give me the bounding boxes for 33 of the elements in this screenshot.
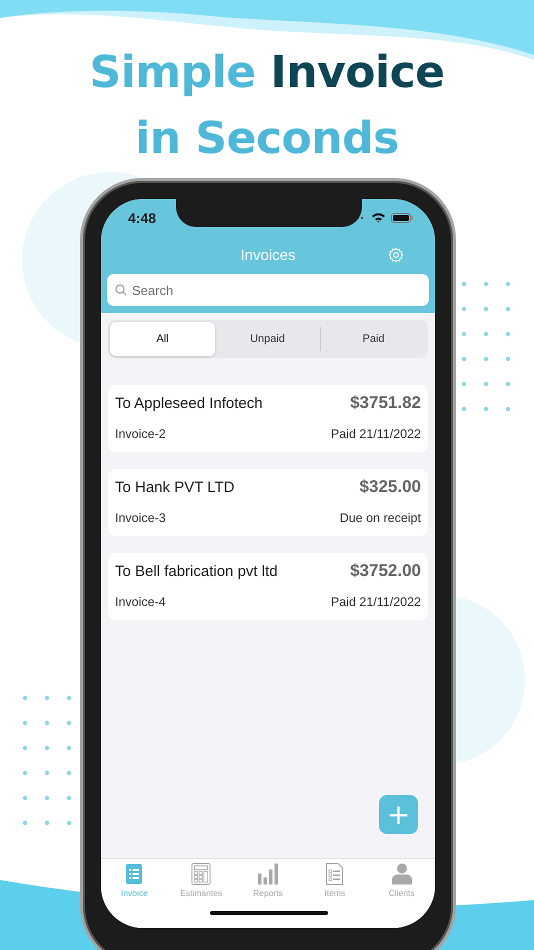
invoice-amount: $3751.82 [350, 393, 421, 413]
battery-icon [391, 212, 413, 222]
client-name: To Appleseed Infotech [115, 394, 263, 412]
filter-tab[interactable]: Paid [321, 322, 426, 356]
document-icon [326, 863, 344, 885]
client-name: To Bell fabrication pvt ltd [115, 562, 278, 580]
person-icon [392, 863, 412, 885]
invoice-number: Invoice-4 [115, 595, 166, 609]
invoice-amount: $3752.00 [350, 561, 421, 581]
invoice-card[interactable]: To Bell fabrication pvt ltd $3752.00 Invoice-4 Paid 21/11/2022 [108, 553, 428, 620]
search-icon [115, 284, 127, 296]
invoice-number: Invoice-3 [115, 511, 166, 525]
calculator-icon [191, 863, 212, 885]
list-icon [126, 863, 142, 885]
settings-icon[interactable] [388, 247, 404, 263]
headline-text: Simple [90, 47, 256, 98]
invoice-number: Invoice-2 [115, 427, 166, 441]
wifi-icon [371, 212, 386, 223]
nav-title: Invoices [240, 246, 296, 264]
invoice-amount: $325.00 [360, 477, 421, 497]
invoice-card[interactable]: To Appleseed Infotech $3751.82 Invoice-2 Paid 21/11/2022 [108, 385, 428, 452]
filter-tab[interactable]: Unpaid [215, 322, 320, 356]
headline-text: in Seconds [135, 113, 399, 164]
headline-text: Invoice [270, 47, 444, 98]
filter-tab[interactable]: All [110, 322, 215, 356]
client-name: To Hank PVT LTD [115, 478, 234, 496]
status-time: 4:48 [128, 210, 156, 226]
invoice-status: Paid 21/11/2022 [330, 427, 421, 441]
invoice-status: Due on receipt [340, 511, 421, 525]
invoice-status: Paid 21/11/2022 [330, 595, 421, 609]
search-field[interactable]: Search [107, 274, 429, 306]
invoice-card[interactable]: To Hank PVT LTD $325.00 Invoice-3 Due on receipt [108, 469, 428, 536]
bar-chart-icon [258, 863, 278, 885]
